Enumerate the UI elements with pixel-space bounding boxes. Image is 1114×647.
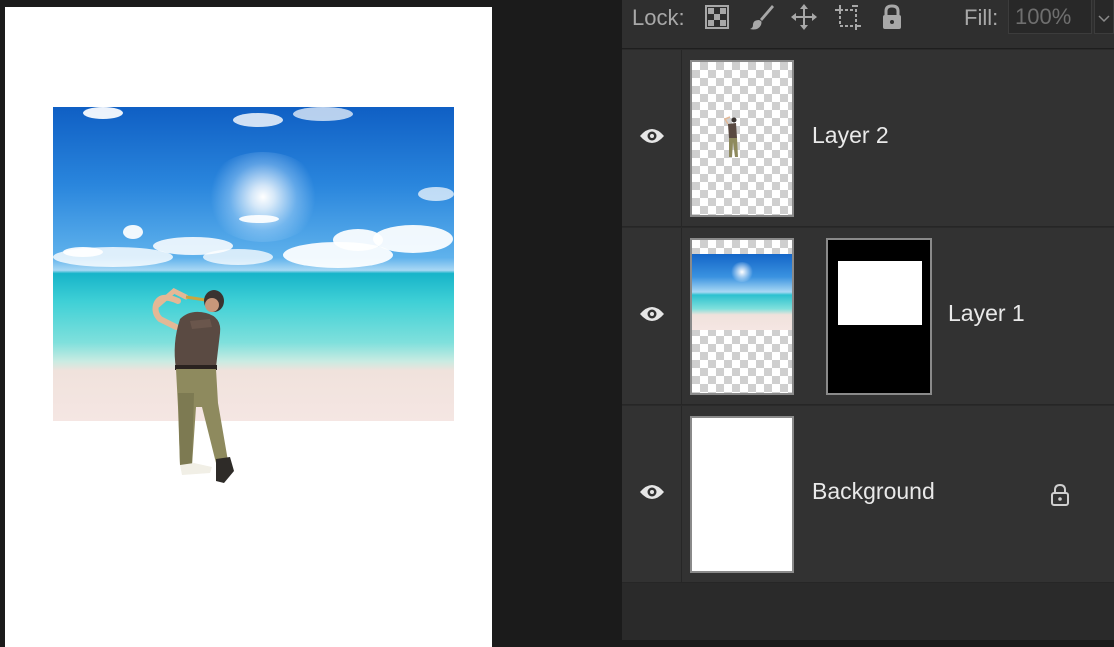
layer-row-layer-2[interactable]: Layer 2 xyxy=(622,50,1114,227)
cloud xyxy=(239,215,279,223)
panel-empty-area xyxy=(622,584,1114,640)
layer-thumbnail[interactable] xyxy=(690,416,794,573)
golfer-figure xyxy=(152,288,234,483)
golfer-thumbnail-icon xyxy=(723,116,738,157)
layer-row-background[interactable]: Background xyxy=(622,406,1114,583)
lock-bar: Lock: Fill: 100% xyxy=(622,0,1114,49)
fill-label: Fill: xyxy=(964,5,999,30)
cloud xyxy=(83,107,123,119)
lock-position-icon[interactable] xyxy=(790,3,818,31)
lock-transparent-pixels-icon[interactable] xyxy=(704,3,732,31)
lock-all-icon[interactable] xyxy=(878,3,906,31)
beach-image-layer xyxy=(53,107,454,421)
cloud xyxy=(333,229,383,251)
eye-icon[interactable] xyxy=(638,482,666,502)
sun xyxy=(203,152,323,242)
eye-icon[interactable] xyxy=(638,304,666,324)
cloud xyxy=(233,113,283,127)
layer-row-layer-1[interactable]: Layer 1 xyxy=(622,228,1114,405)
fill-input[interactable]: 100% xyxy=(1008,0,1092,34)
layer-name[interactable]: Layer 2 xyxy=(812,122,889,149)
layers-panel: Lock: Fill: 100% Layer 2 Layer 1 Backgro… xyxy=(622,0,1114,640)
lock-icon[interactable] xyxy=(1049,483,1071,507)
visibility-toggle[interactable] xyxy=(622,50,682,226)
layer-thumbnail[interactable] xyxy=(690,60,794,217)
visibility-toggle[interactable] xyxy=(622,406,682,582)
lock-artboard-icon[interactable] xyxy=(834,3,862,31)
cloud xyxy=(293,107,353,121)
cloud xyxy=(418,187,454,201)
lock-label: Lock: xyxy=(632,5,685,30)
cloud xyxy=(203,249,273,265)
layer-name[interactable]: Background xyxy=(812,478,935,505)
cloud xyxy=(373,225,453,253)
cloud xyxy=(53,247,173,267)
visibility-toggle[interactable] xyxy=(622,228,682,404)
cloud xyxy=(123,225,143,239)
lock-image-pixels-icon[interactable] xyxy=(748,3,776,31)
mask-white-area xyxy=(838,261,922,325)
fill-dropdown-button[interactable] xyxy=(1094,0,1114,34)
eye-icon[interactable] xyxy=(638,126,666,146)
chevron-down-icon xyxy=(1098,15,1110,23)
document-canvas[interactable] xyxy=(5,7,492,647)
sun-thumbnail xyxy=(730,262,754,282)
layer-name[interactable]: Layer 1 xyxy=(948,300,1025,327)
layer-thumbnail[interactable] xyxy=(690,238,794,395)
canvas-area[interactable] xyxy=(0,0,622,647)
layer-mask-thumbnail[interactable] xyxy=(826,238,932,395)
